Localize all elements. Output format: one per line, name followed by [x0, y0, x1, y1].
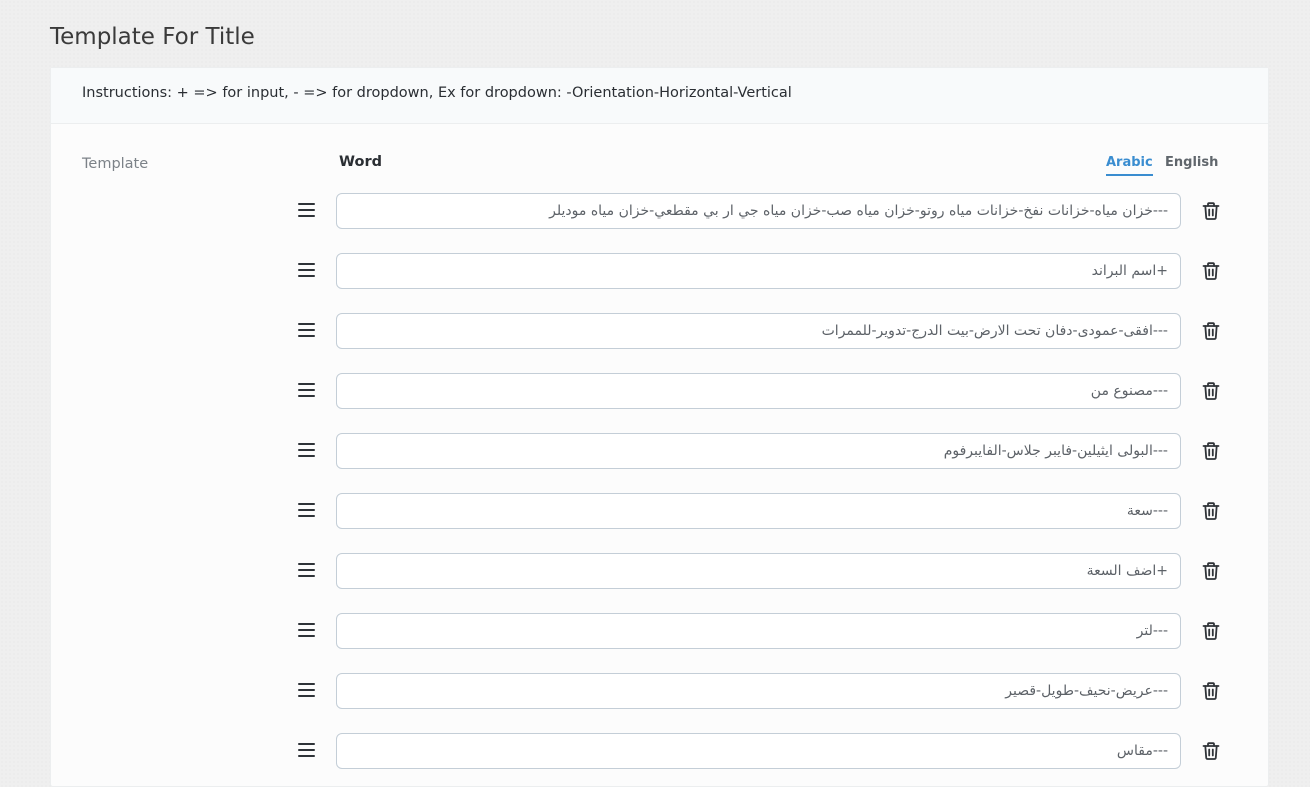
word-input[interactable]: ---لتر	[336, 613, 1181, 649]
trash-icon[interactable]	[1201, 621, 1221, 641]
tab-arabic[interactable]: Arabic	[1106, 155, 1153, 176]
word-input-value: ---عريض-نحيف-طويل-قصير	[1005, 683, 1168, 699]
word-input-value: +اضف السعة	[1086, 563, 1168, 579]
word-input-value: ---سعة	[1126, 503, 1168, 519]
page-title: Template For Title	[50, 24, 255, 50]
template-row: ---خزان مياه-خزانات نفخ-خزانات مياه روتو…	[296, 193, 1226, 229]
word-input-value: +اسم البراند	[1091, 263, 1168, 279]
word-input-value: ---مصنوع من	[1090, 383, 1168, 399]
hamburger-drag-icon[interactable]	[298, 623, 315, 638]
hamburger-drag-icon[interactable]	[298, 443, 315, 458]
trash-icon[interactable]	[1201, 321, 1221, 341]
word-input-value: ---لتر	[1136, 623, 1168, 639]
trash-icon[interactable]	[1201, 741, 1221, 761]
trash-icon[interactable]	[1201, 201, 1221, 221]
trash-icon[interactable]	[1201, 261, 1221, 281]
template-row: ---مصنوع من	[296, 373, 1226, 409]
hamburger-drag-icon[interactable]	[298, 203, 315, 218]
hamburger-drag-icon[interactable]	[298, 263, 315, 278]
hamburger-drag-icon[interactable]	[298, 383, 315, 398]
trash-icon[interactable]	[1201, 501, 1221, 521]
trash-icon[interactable]	[1201, 561, 1221, 581]
word-input[interactable]: ---افقى-عمودى-دفان تحت الارض-بيت الدرج-ت…	[336, 313, 1181, 349]
template-row: +اسم البراند	[296, 253, 1226, 289]
tab-english[interactable]: English	[1165, 155, 1218, 174]
template-label: Template	[82, 156, 149, 172]
word-input[interactable]: ---البولى ايثيلين-فايبر جلاس-الفايبرفوم	[336, 433, 1181, 469]
template-row: ---افقى-عمودى-دفان تحت الارض-بيت الدرج-ت…	[296, 313, 1226, 349]
trash-icon[interactable]	[1201, 441, 1221, 461]
template-card: Instructions: + => for input, - => for d…	[50, 67, 1269, 787]
template-row: ---لتر	[296, 613, 1226, 649]
trash-icon[interactable]	[1201, 381, 1221, 401]
word-column-header: Word	[339, 154, 382, 170]
word-input-value: ---خزان مياه-خزانات نفخ-خزانات مياه روتو…	[549, 203, 1168, 219]
template-row: +اضف السعة	[296, 553, 1226, 589]
card-header: Instructions: + => for input, - => for d…	[51, 68, 1268, 124]
hamburger-drag-icon[interactable]	[298, 563, 315, 578]
word-input[interactable]: ---سعة	[336, 493, 1181, 529]
instructions-text: Instructions: + => for input, - => for d…	[82, 85, 792, 101]
template-row: ---البولى ايثيلين-فايبر جلاس-الفايبرفوم	[296, 433, 1226, 469]
template-row: ---عريض-نحيف-طويل-قصير	[296, 673, 1226, 709]
word-input[interactable]: ---عريض-نحيف-طويل-قصير	[336, 673, 1181, 709]
hamburger-drag-icon[interactable]	[298, 683, 315, 698]
trash-icon[interactable]	[1201, 681, 1221, 701]
word-input-value: ---البولى ايثيلين-فايبر جلاس-الفايبرفوم	[943, 443, 1168, 459]
hamburger-drag-icon[interactable]	[298, 743, 315, 758]
word-input-value: ---افقى-عمودى-دفان تحت الارض-بيت الدرج-ت…	[821, 323, 1168, 339]
word-input-value: ---مقاس	[1116, 743, 1168, 759]
hamburger-drag-icon[interactable]	[298, 503, 315, 518]
word-input[interactable]: ---خزان مياه-خزانات نفخ-خزانات مياه روتو…	[336, 193, 1181, 229]
template-row: ---سعة	[296, 493, 1226, 529]
word-input[interactable]: ---مصنوع من	[336, 373, 1181, 409]
hamburger-drag-icon[interactable]	[298, 323, 315, 338]
word-input[interactable]: ---مقاس	[336, 733, 1181, 769]
word-input[interactable]: +اسم البراند	[336, 253, 1181, 289]
template-row: ---مقاس	[296, 733, 1226, 769]
word-input[interactable]: +اضف السعة	[336, 553, 1181, 589]
